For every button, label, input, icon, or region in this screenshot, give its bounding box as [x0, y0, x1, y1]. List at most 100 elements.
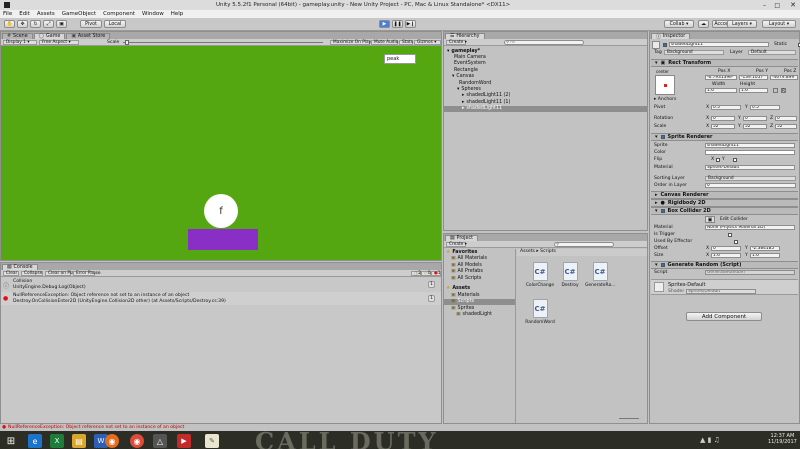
height-field[interactable]: 1.6 — [739, 88, 768, 93]
console-clear-on-play-button[interactable]: Clear on Play — [45, 271, 76, 276]
offset-x-field[interactable]: 0 — [711, 246, 741, 251]
scale-y-field[interactable]: 52 — [743, 124, 767, 129]
project-folder-item[interactable]: ▣ All Materials — [444, 256, 515, 262]
size-x-field[interactable]: 1.6 — [711, 253, 741, 258]
hierarchy-item[interactable]: ▾ Canvas — [444, 74, 647, 80]
play-button[interactable]: ▶ — [379, 20, 390, 28]
firefox-icon[interactable]: ◉ — [105, 434, 119, 448]
error-count-toggle[interactable]: ● 1 — [431, 271, 441, 276]
menu-item-assets[interactable]: Assets — [37, 11, 55, 17]
menu-item-help[interactable]: Help — [171, 11, 184, 17]
hierarchy-item[interactable]: RandomWord — [444, 80, 647, 86]
project-folder-item[interactable]: ▣ Scripts — [444, 298, 515, 305]
hierarchy-search-input[interactable]: ⚲ All — [504, 40, 584, 45]
pos-y-field[interactable]: -139.1057 — [739, 75, 768, 80]
material-field[interactable]: Sprites-Default — [705, 165, 795, 170]
rect-tool-icon[interactable]: ▣ — [56, 20, 67, 28]
mute-audio-toggle[interactable]: Mute Audio — [371, 40, 398, 45]
object-name-field[interactable]: shadedLight11 — [669, 42, 769, 47]
game-viewport[interactable]: peak f — [1, 46, 441, 260]
edit-collider-icon[interactable]: ▣ — [705, 216, 715, 223]
expand-arrow-icon[interactable]: ▾ — [457, 87, 459, 92]
gizmos-dropdown[interactable]: Gizmos ▾ — [414, 40, 441, 45]
box-collider-enabled-checkbox[interactable] — [660, 209, 665, 213]
scale-x-field[interactable]: 52 — [711, 124, 735, 129]
rotate-tool-icon[interactable]: ↻ — [30, 20, 41, 28]
display-dropdown[interactable]: Display 1 ▾ — [3, 40, 37, 45]
expand-arrow-icon[interactable]: ▾ — [447, 49, 449, 54]
pos-z-field[interactable]: -4679.899 — [770, 75, 798, 80]
project-create-dropdown[interactable]: Create ▾ — [446, 242, 467, 247]
peak-textbox[interactable]: peak — [384, 54, 416, 64]
menu-item-edit[interactable]: Edit — [19, 11, 30, 17]
project-folder-item[interactable]: ▣ Sprites — [444, 305, 515, 311]
hierarchy-create-dropdown[interactable]: Create ▾ — [446, 40, 467, 45]
canvas-renderer-header[interactable]: ▸ Canvas Renderer — [651, 191, 798, 199]
project-folder-item[interactable]: ▣ All Prefabs — [444, 269, 515, 275]
icon-size-slider[interactable] — [619, 418, 639, 419]
expand-arrow-icon[interactable]: ▸ — [462, 100, 464, 105]
hierarchy-item[interactable]: ▸ shadedLight11 — [444, 105, 647, 112]
blueprint-icon[interactable] — [773, 88, 778, 93]
chrome-icon[interactable]: ◉ — [130, 434, 144, 448]
script-file[interactable]: C# ColorChange — [525, 262, 555, 288]
anchors-foldout[interactable]: ▸ Anchors — [654, 97, 676, 102]
project-folder-item[interactable]: ▣ All Scripts — [444, 275, 515, 281]
notepad-icon[interactable]: ✎ — [205, 434, 219, 448]
rot-x-field[interactable]: 0 — [711, 116, 735, 121]
local-toggle[interactable]: Local — [104, 20, 126, 28]
layer-dropdown[interactable]: Default — [748, 50, 796, 55]
hierarchy-item[interactable]: Main Camera — [444, 54, 647, 60]
scale-slider[interactable] — [123, 42, 323, 43]
hierarchy-item[interactable]: ▾ Spheres — [444, 86, 647, 92]
collider-material-field[interactable]: None (Physics Material 2D) — [705, 225, 795, 230]
rect-transform-header[interactable]: ▾ ▣ Rect Transform — [651, 59, 798, 67]
cloud-icon[interactable]: ☁ — [698, 20, 709, 28]
script-file[interactable]: C# RandomWord — [525, 299, 555, 325]
console-error-pause-button[interactable]: Error Pause — [73, 271, 100, 276]
add-component-button[interactable]: Add Component — [686, 312, 762, 321]
pivot-y-field[interactable]: 0.5 — [750, 105, 780, 110]
anchor-preset-icon[interactable] — [655, 75, 675, 95]
layers-dropdown[interactable]: Layers ▾ — [727, 20, 757, 28]
menu-item-window[interactable]: Window — [142, 11, 164, 17]
scale-z-field[interactable]: 52 — [775, 124, 797, 129]
collab-dropdown[interactable]: Collab ▾ — [664, 20, 694, 28]
box-collider-header[interactable]: ▾ Box Collider 2D — [651, 207, 798, 215]
ie-browser-icon[interactable]: e — [28, 434, 42, 448]
used-by-effector-checkbox[interactable] — [733, 240, 738, 244]
pause-button[interactable]: ❚❚ — [392, 20, 403, 28]
pivot-toggle[interactable]: Pivot — [80, 20, 102, 28]
script-file[interactable]: C# Destroy — [555, 262, 585, 288]
active-checkbox[interactable] — [663, 43, 667, 47]
offset-y-field[interactable]: -2.384185 — [750, 246, 780, 251]
project-folder-item[interactable]: ▣ Materials — [444, 292, 515, 298]
excel-icon[interactable]: X — [50, 434, 64, 448]
maximize-button[interactable]: □ — [774, 2, 780, 9]
minimize-button[interactable]: – — [763, 2, 766, 9]
clock[interactable]: 12:37 AM 11/19/2017 — [768, 433, 797, 445]
width-field[interactable]: 1.6 — [705, 88, 737, 93]
expand-arrow-icon[interactable]: ▾ — [452, 74, 454, 79]
expand-arrow-icon[interactable]: ▸ — [462, 106, 464, 111]
console-entry[interactable]: ● NullReferenceException: Object referenc… — [1, 292, 441, 305]
move-tool-icon[interactable]: ✥ — [17, 20, 28, 28]
rot-y-field[interactable]: 0 — [743, 116, 767, 121]
tray-icons[interactable]: ▲ ▮ ♫ — [700, 436, 720, 444]
color-swatch[interactable] — [705, 150, 795, 155]
hierarchy-item[interactable]: ▸ shadedLight11 (2) — [444, 93, 647, 99]
console-clear-button[interactable]: Clear — [3, 271, 19, 276]
console-entry[interactable]: ⓘ Collision UnityEngine.Debug:Log(Object) 1 — [1, 278, 441, 291]
menu-item-file[interactable]: File — [3, 11, 12, 17]
step-button[interactable]: ▶❙ — [405, 20, 416, 28]
rigidbody2d-header[interactable]: ▸ ● Rigidbody 2D — [651, 199, 798, 207]
sprite-renderer-header[interactable]: ▾ Sprite Renderer — [651, 133, 798, 141]
flip-y-checkbox[interactable] — [732, 158, 737, 162]
stats-toggle[interactable]: Stats — [399, 40, 413, 45]
hand-tool-icon[interactable]: ✋ — [4, 20, 15, 28]
generate-random-enabled-checkbox[interactable] — [660, 263, 665, 267]
script-file[interactable]: C# GenerateRa... — [585, 262, 615, 288]
scale-slider-handle[interactable] — [125, 40, 129, 45]
sprite-field[interactable]: shadedLight11 — [705, 143, 795, 148]
sorting-layer-dropdown[interactable]: Background — [705, 176, 796, 181]
